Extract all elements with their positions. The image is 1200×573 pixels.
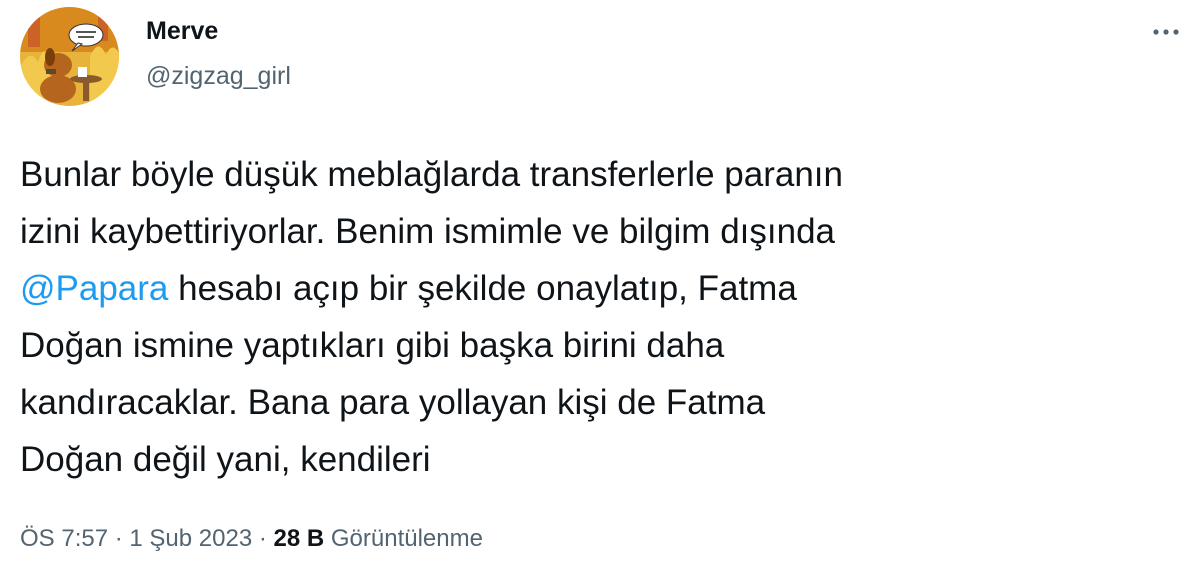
tweet-text-line: kandıracaklar. Bana para yollayan kişi d… [20,383,766,422]
mention-link[interactable]: @Papara [20,269,168,308]
tweet-date[interactable]: 1 Şub 2023 [129,525,252,552]
tweet-text-line: @Papara hesabı açıp bir şekilde onaylatı… [20,260,1190,317]
tweet-text-line: Bunlar böyle düşük meblağlarda transferl… [20,155,843,194]
tweet-text-line: Doğan ismine yaptıkları gibi başka birin… [20,326,725,365]
tweet-text-segment: hesabı açıp bir şekilde onaylatıp, Fatma [168,269,797,308]
this-is-fine-dog-icon [20,7,119,106]
meta-separator: · [252,525,274,552]
tweet-card: Merve @zigzag_girl Bunlar böyle düşük me… [0,0,1200,573]
avatar[interactable] [20,7,119,106]
views-count: 28 B [273,525,325,552]
meta-separator: · [108,525,130,552]
views-label: Görüntülenme [324,525,483,552]
author-handle[interactable]: @zigzag_girl [146,62,291,91]
tweet-text-line: izini kaybettiriyorlar. Benim ismimle ve… [20,212,835,251]
tweet-text-line: Doğan değil yani, kendileri [20,440,431,479]
tweet-meta: ÖS 7:57 · 1 Şub 2023 · 28 B Görüntülenme [20,525,483,553]
tweet-text: Bunlar böyle düşük meblağlarda transferl… [20,146,1190,488]
tweet-time[interactable]: ÖS 7:57 [20,525,108,552]
author-display-name[interactable]: Merve [146,17,218,46]
more-options-button[interactable] [1146,14,1186,50]
more-horizontal-icon [1153,29,1179,35]
